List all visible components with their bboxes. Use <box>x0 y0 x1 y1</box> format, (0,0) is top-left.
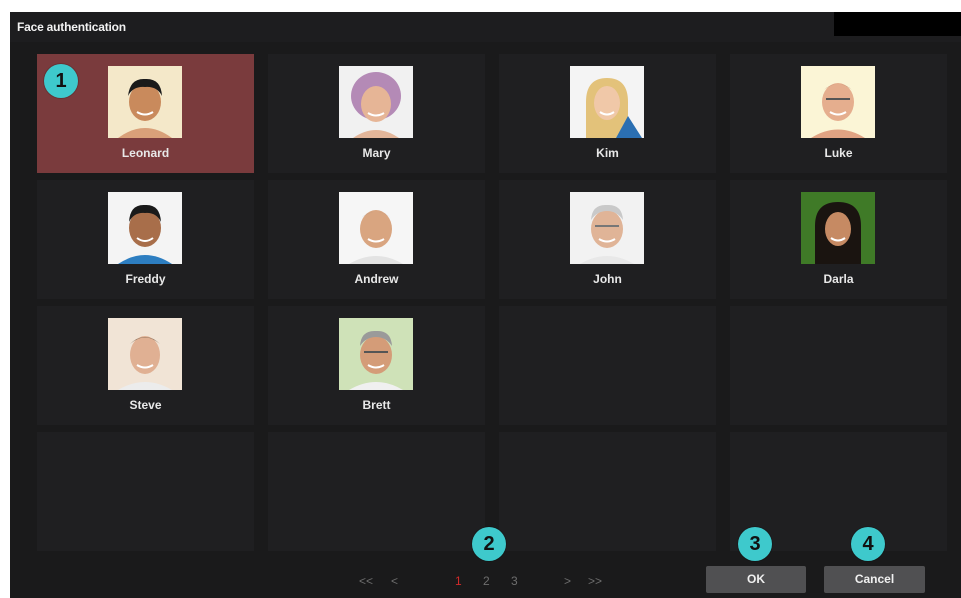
user-photo <box>339 66 413 138</box>
ok-button[interactable]: OK <box>706 566 806 593</box>
user-photo <box>108 192 182 264</box>
empty-tile <box>37 432 254 551</box>
page-link-2[interactable]: 2 <box>483 574 490 588</box>
user-name: Mary <box>362 146 391 160</box>
callout-badge-1: 1 <box>44 64 78 98</box>
user-tile-darla[interactable]: Darla <box>730 180 947 299</box>
prev-page-link[interactable]: < <box>391 574 398 588</box>
user-tile-freddy[interactable]: Freddy <box>37 180 254 299</box>
user-name: Kim <box>596 146 619 160</box>
user-name: Luke <box>824 146 853 160</box>
empty-tile <box>499 306 716 425</box>
user-photo <box>339 318 413 390</box>
empty-tile <box>268 432 485 551</box>
user-photo <box>108 318 182 390</box>
title-bar: Face authentication <box>10 12 961 42</box>
user-photo <box>801 66 875 138</box>
empty-tile <box>730 306 947 425</box>
user-tile-steve[interactable]: Steve <box>37 306 254 425</box>
dialog-title: Face authentication <box>17 20 126 34</box>
page-link-3[interactable]: 3 <box>511 574 518 588</box>
last-page-link[interactable]: >> <box>588 574 602 588</box>
title-bar-black-box <box>834 12 961 36</box>
callout-badge-2: 2 <box>472 527 506 561</box>
user-tile-andrew[interactable]: Andrew <box>268 180 485 299</box>
cancel-button[interactable]: Cancel <box>824 566 925 593</box>
user-name: John <box>593 272 622 286</box>
first-page-link[interactable]: << <box>359 574 373 588</box>
user-photo <box>570 66 644 138</box>
callout-badge-4: 4 <box>851 527 885 561</box>
user-name: Darla <box>823 272 854 286</box>
user-name: Brett <box>362 398 391 412</box>
user-tile-brett[interactable]: Brett <box>268 306 485 425</box>
user-name: Leonard <box>121 146 170 160</box>
next-page-link[interactable]: > <box>564 574 571 588</box>
page-link-1[interactable]: 1 <box>455 574 462 588</box>
user-photo <box>570 192 644 264</box>
user-tile-mary[interactable]: Mary <box>268 54 485 173</box>
user-tile-luke[interactable]: Luke <box>730 54 947 173</box>
user-name: Steve <box>129 398 162 412</box>
user-photo <box>801 192 875 264</box>
user-tile-kim[interactable]: Kim <box>499 54 716 173</box>
user-photo <box>339 192 413 264</box>
callout-badge-3: 3 <box>738 527 772 561</box>
user-tile-john[interactable]: John <box>499 180 716 299</box>
empty-tile <box>499 432 716 551</box>
user-photo <box>108 66 182 138</box>
user-name: Andrew <box>354 272 399 286</box>
user-name: Freddy <box>125 272 166 286</box>
